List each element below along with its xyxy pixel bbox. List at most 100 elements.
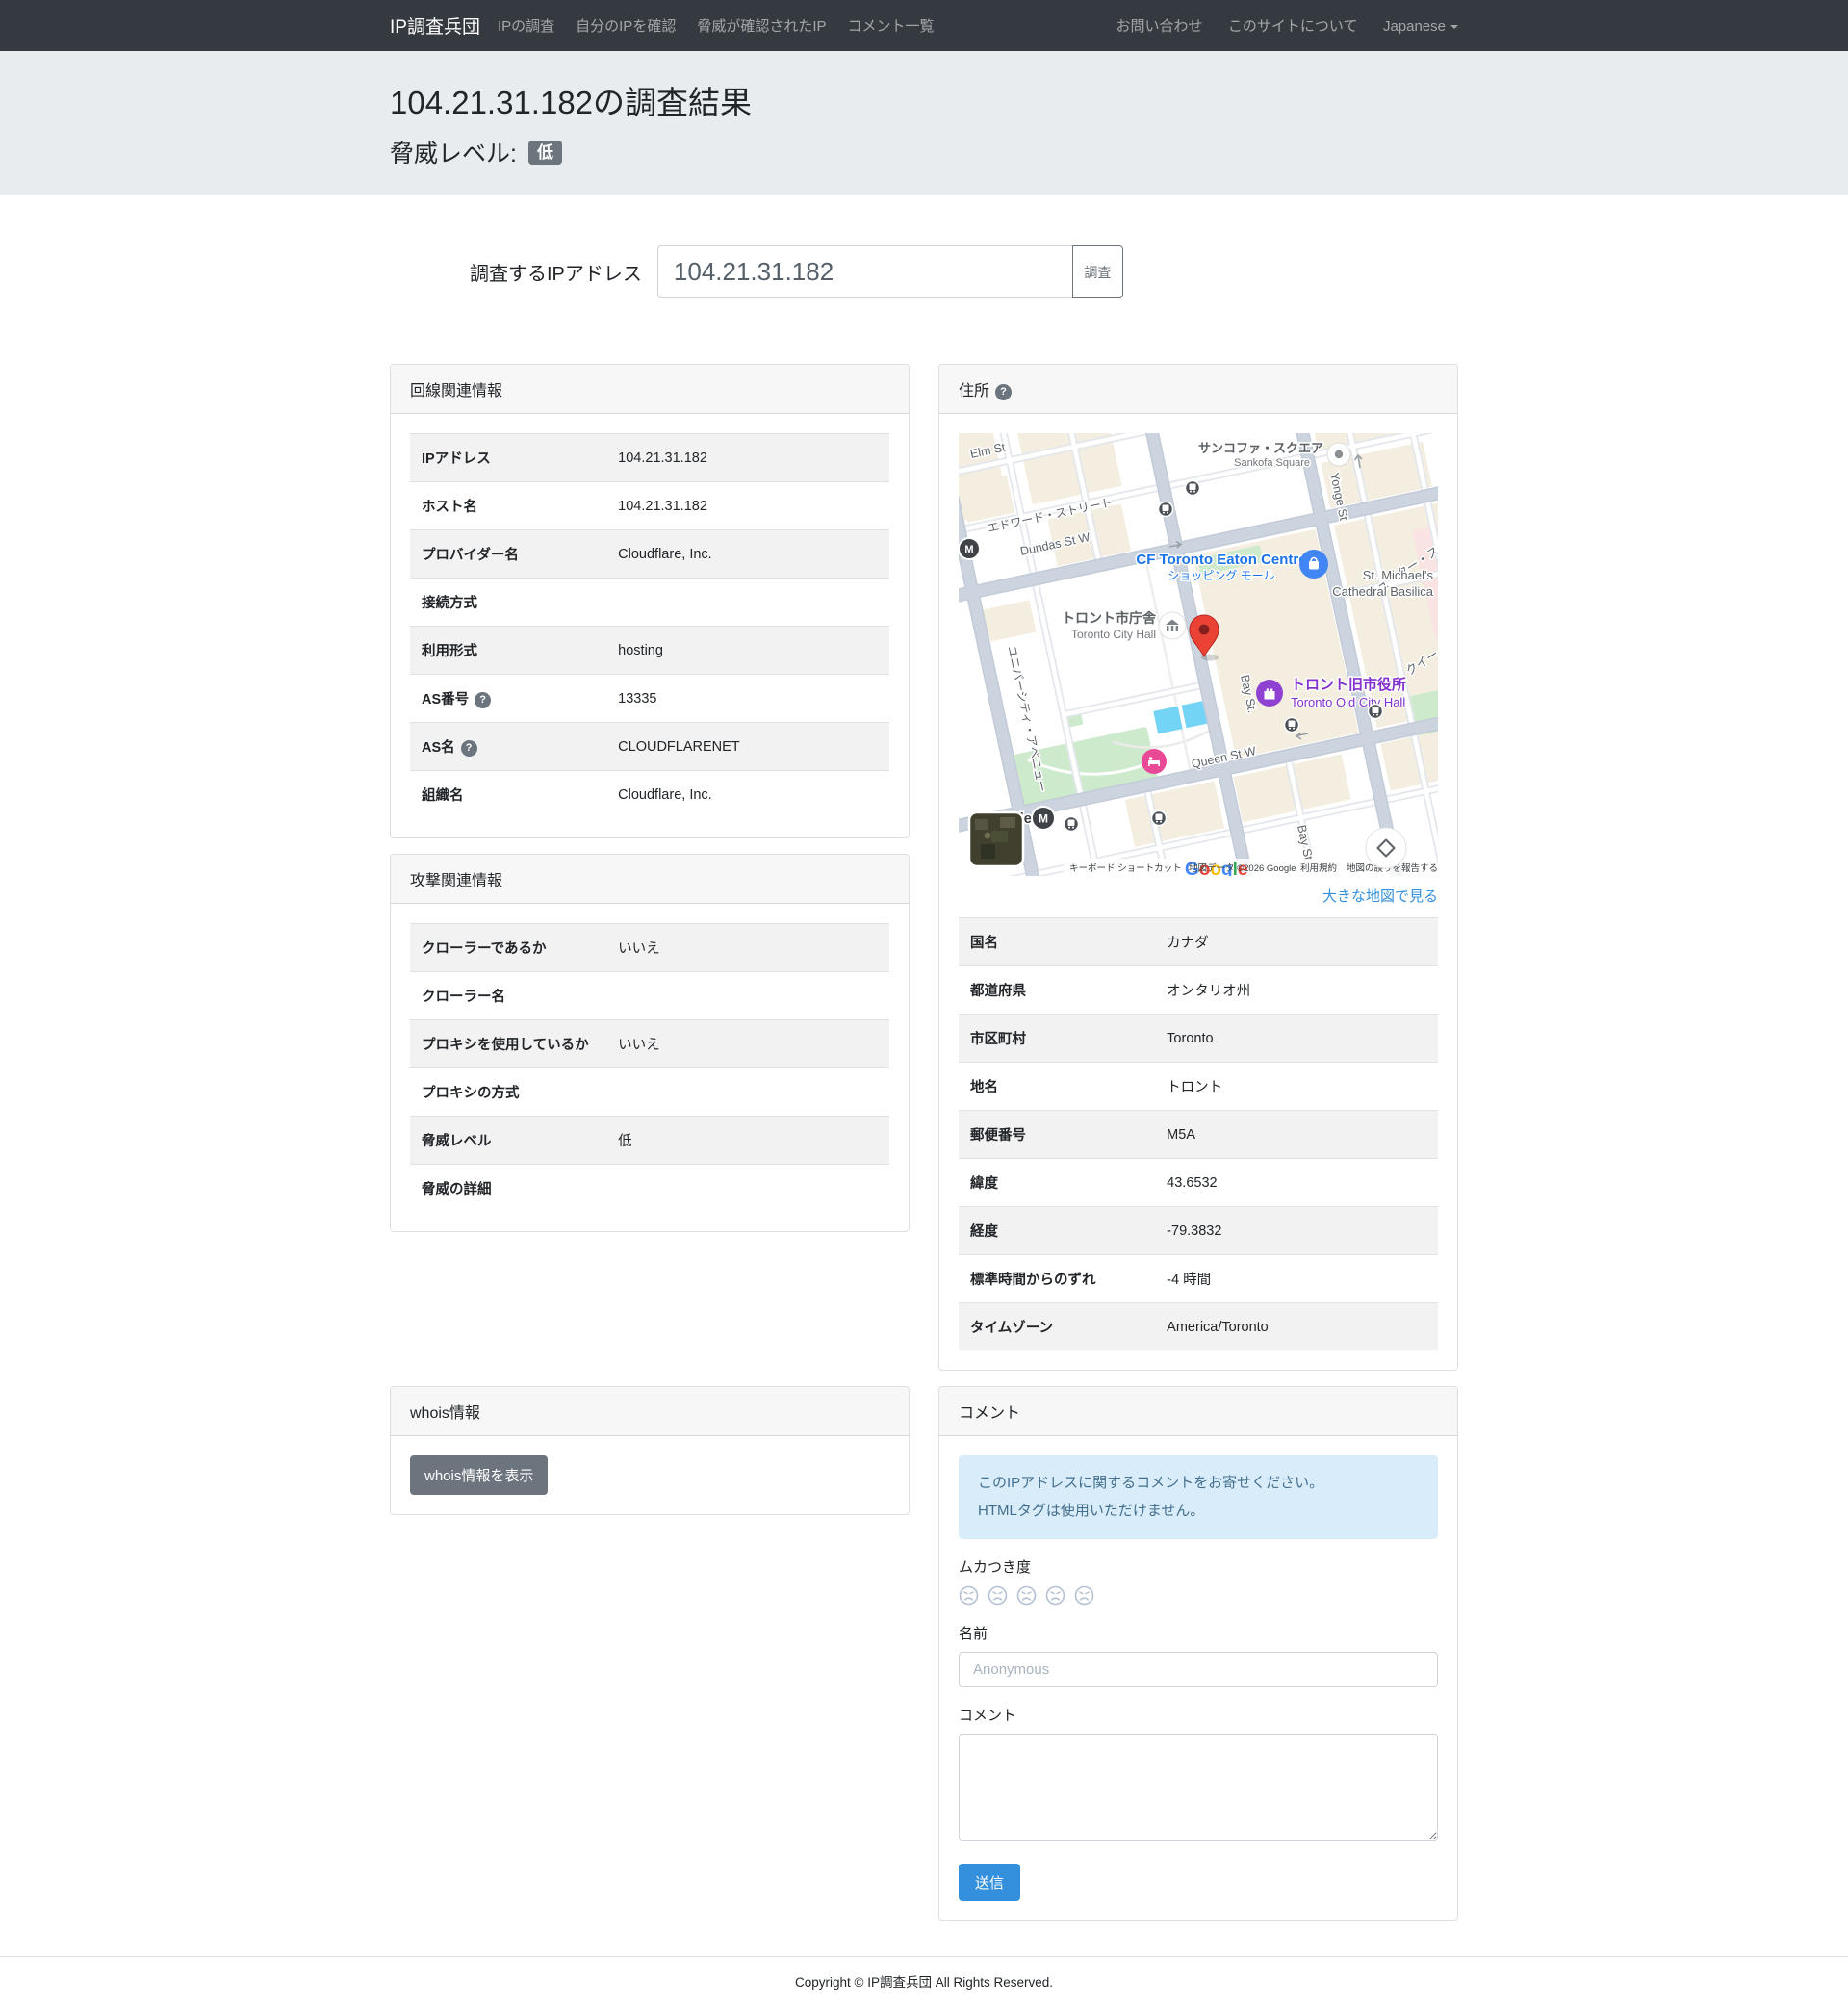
poi-eaton-icon[interactable]: [1299, 550, 1328, 579]
right-column: 住所?: [924, 364, 1473, 1371]
row-value: [606, 579, 889, 627]
help-icon[interactable]: ?: [475, 692, 491, 708]
poi-label-cityhall-en: Toronto City Hall: [1071, 628, 1156, 641]
row-value: カナダ: [1155, 918, 1438, 966]
table-row: タイムゾーンAmerica/Toronto: [959, 1303, 1438, 1351]
map-terms-link[interactable]: 利用規約: [1300, 862, 1337, 874]
row-label: クローラーであるか: [410, 924, 606, 972]
poi-label-eaton-ja: ショッピング モール: [1168, 569, 1274, 582]
subway-m: M: [964, 544, 973, 555]
table-row: 利用形式hosting: [410, 627, 889, 675]
row-label: ホスト名: [410, 482, 606, 530]
angry-face-icon[interactable]: [1074, 1585, 1094, 1606]
fullscreen-button[interactable]: [1366, 828, 1406, 868]
angry-face-icon[interactable]: [959, 1585, 979, 1606]
row-value: -79.3832: [1155, 1207, 1438, 1255]
subway-station-icon[interactable]: M: [959, 538, 980, 559]
satellite-layer-toggle[interactable]: [969, 812, 1023, 866]
row-value: Cloudflare, Inc.: [606, 530, 889, 579]
row-value: [606, 1165, 889, 1213]
table-row: プロバイダー名Cloudflare, Inc.: [410, 530, 889, 579]
show-whois-button[interactable]: whois情報を表示: [410, 1455, 548, 1495]
google-map-canvas[interactable]: Elm St エドワード・ストリート Dundas St W Yonge St …: [959, 433, 1438, 876]
nav-item-my-ip[interactable]: 自分のIPを確認: [576, 15, 676, 36]
row-value: [606, 972, 889, 1020]
poi-label-eaton-en: CF Toronto Eaton Centre: [1136, 552, 1306, 568]
page-title: 104.21.31.182の調査結果: [390, 77, 1458, 123]
row-label: 利用形式: [410, 627, 606, 675]
row-label: プロキシを使用しているか: [410, 1020, 606, 1068]
row-label: クローラー名: [410, 972, 606, 1020]
row-label: AS番号?: [410, 675, 606, 723]
row-value: オンタリオ州: [1155, 966, 1438, 1015]
row-value: Cloudflare, Inc.: [606, 771, 889, 819]
name-input[interactable]: [959, 1652, 1438, 1687]
submit-button[interactable]: 送信: [959, 1864, 1020, 1901]
table-row: 脅威の詳細: [410, 1165, 889, 1213]
table-row: 組織名Cloudflare, Inc.: [410, 771, 889, 819]
threat-level-label: 脅威レベル:: [390, 135, 517, 169]
comment-label: コメント: [959, 1705, 1438, 1725]
angry-face-icon[interactable]: [1016, 1585, 1037, 1606]
row-value: いいえ: [606, 1020, 889, 1068]
poi-label-oldcityhall-en: Toronto Old City Hall: [1291, 695, 1405, 709]
subway-station-icon[interactable]: M: [1032, 807, 1055, 830]
map-keyboard-shortcuts[interactable]: キーボード ショートカット: [1069, 863, 1182, 874]
table-row: 郵便番号M5A: [959, 1111, 1438, 1159]
ip-search-button[interactable]: 調査: [1072, 245, 1123, 298]
poi-label-sankofa-en: Sankofa Square: [1234, 457, 1310, 469]
ip-search-label: 調査するIPアドレス: [470, 258, 642, 286]
help-icon[interactable]: ?: [461, 740, 477, 757]
row-value: 104.21.31.182: [606, 434, 889, 482]
name-label: 名前: [959, 1623, 1438, 1643]
hotel-icon[interactable]: [1142, 749, 1167, 774]
language-dropdown[interactable]: Japanese: [1383, 18, 1458, 35]
google-map[interactable]: Elm St エドワード・ストリート Dundas St W Yonge St …: [959, 433, 1438, 876]
threat-level-badge: 低: [528, 141, 562, 165]
row-value: 43.6532: [1155, 1159, 1438, 1207]
row-label: 市区町村: [959, 1015, 1155, 1063]
poi-label-stmichaels-1: St. Michael's: [1363, 568, 1434, 582]
map-pin-hole: [1199, 625, 1210, 635]
nav-item-threat-ips[interactable]: 脅威が確認されたIP: [697, 15, 826, 36]
poi-cityhall-icon[interactable]: [1159, 612, 1186, 639]
comment-info-line1: このIPアドレスに関するコメントをお寄せください。: [978, 1469, 1419, 1497]
poi-label-sankofa-ja: サンコファ・スクエア: [1198, 441, 1323, 455]
angry-face-icon[interactable]: [1045, 1585, 1065, 1606]
annoyance-rating: [959, 1585, 1438, 1606]
poi-oldcityhall-icon[interactable]: [1256, 680, 1283, 707]
left-column: 回線関連情報 IPアドレス104.21.31.182 ホスト名104.21.31…: [375, 364, 924, 1232]
comment-info-alert: このIPアドレスに関するコメントをお寄せください。 HTMLタグは使用いただけま…: [959, 1455, 1438, 1539]
rating-label: ムカつき度: [959, 1556, 1438, 1577]
row-value: CLOUDFLARENET: [606, 723, 889, 771]
row-label: 郵便番号: [959, 1111, 1155, 1159]
attack-info-table: クローラーであるかいいえ クローラー名 プロキシを使用しているかいいえ プロキシ…: [410, 923, 889, 1212]
nav-item-contact[interactable]: お問い合わせ: [1116, 18, 1202, 35]
page: IP調査兵団 IPの調査 自分のIPを確認 脅威が確認されたIP コメント一覧 …: [0, 0, 1848, 2006]
table-row: 緯度43.6532: [959, 1159, 1438, 1207]
nav-item-about[interactable]: このサイトについて: [1228, 18, 1358, 35]
brand-link[interactable]: IP調査兵団: [390, 13, 480, 39]
comment-card-title: コメント: [939, 1387, 1457, 1436]
help-icon[interactable]: ?: [995, 384, 1012, 400]
address-card-title: 住所?: [939, 365, 1457, 414]
view-larger-map-link[interactable]: 大きな地図で見る: [959, 886, 1438, 906]
attack-info-card-title: 攻撃関連情報: [391, 855, 909, 904]
line-info-card: 回線関連情報 IPアドレス104.21.31.182 ホスト名104.21.31…: [390, 364, 910, 838]
row-value: -4 時間: [1155, 1255, 1438, 1303]
table-row: AS名?CLOUDFLARENET: [410, 723, 889, 771]
comment-textarea[interactable]: [959, 1734, 1438, 1841]
table-row: 国名カナダ: [959, 918, 1438, 966]
angry-face-icon[interactable]: [988, 1585, 1008, 1606]
nav-item-comments[interactable]: コメント一覧: [848, 15, 935, 36]
ip-search-input[interactable]: [657, 245, 1073, 298]
ip-search-form: 調査するIPアドレス 調査: [375, 245, 1473, 298]
poi-label-stmichaels-2: Cathedral Basilica: [1332, 584, 1434, 599]
whois-card-title: whois情報: [391, 1387, 909, 1436]
row-label: 地名: [959, 1063, 1155, 1111]
table-row: 市区町村Toronto: [959, 1015, 1438, 1063]
result-header: 104.21.31.182の調査結果 脅威レベル: 低: [0, 51, 1848, 195]
table-row: 標準時間からのずれ-4 時間: [959, 1255, 1438, 1303]
table-row: 都道府県オンタリオ州: [959, 966, 1438, 1015]
nav-item-ip-lookup[interactable]: IPの調査: [498, 15, 554, 36]
